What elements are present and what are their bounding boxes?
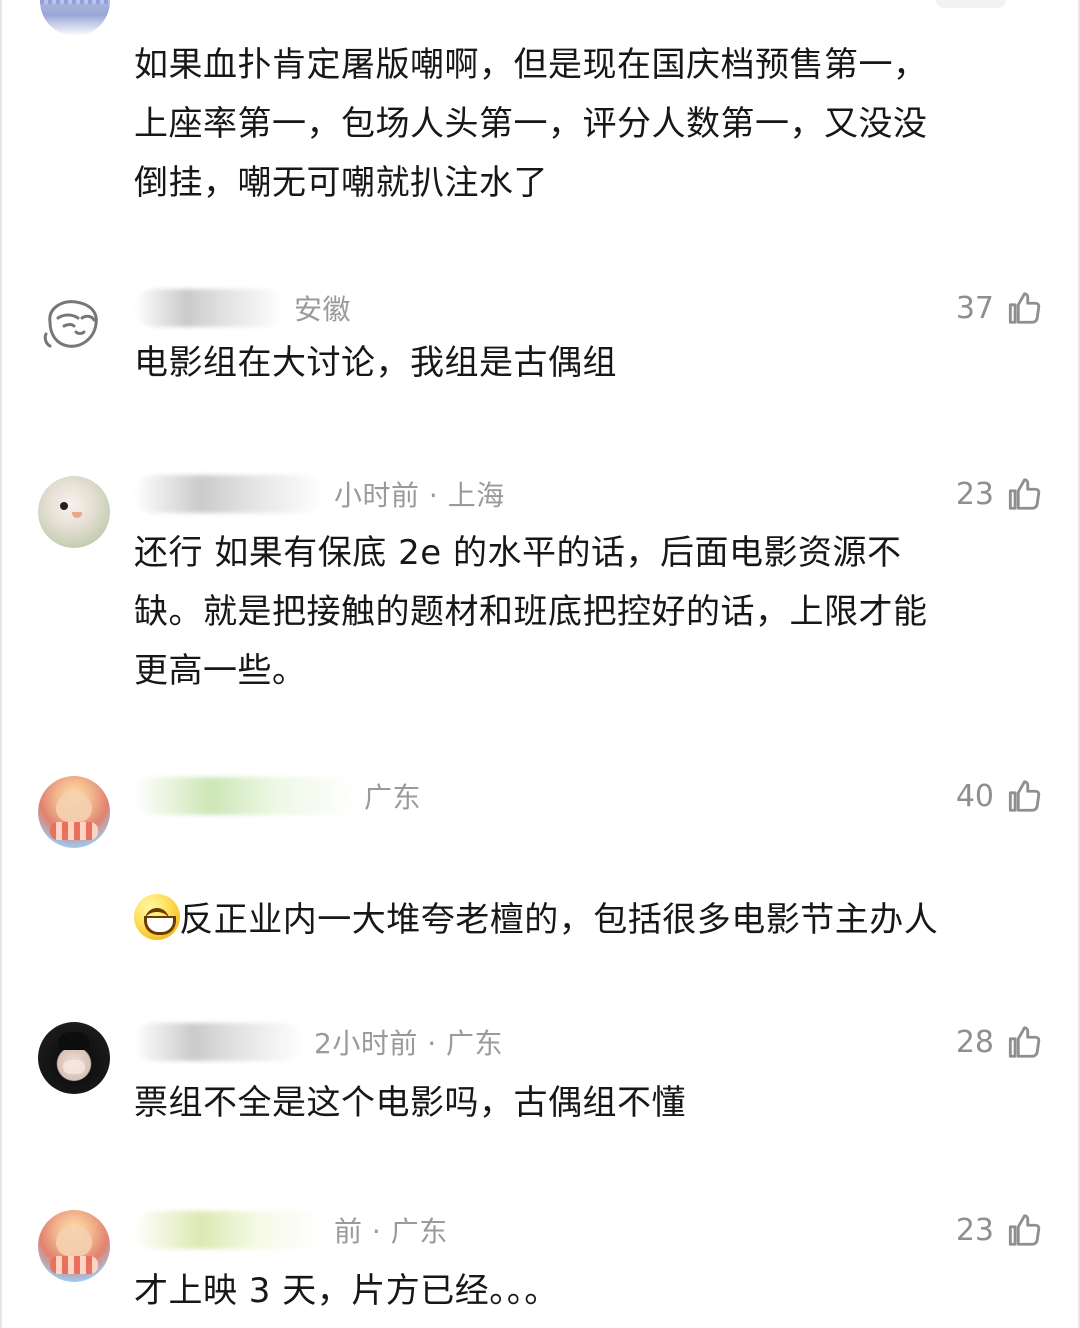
- comment-text: 电影组在大讨论，我组是古偶组: [134, 343, 617, 383]
- doodle-avatar-icon[interactable]: [38, 290, 110, 362]
- username-redacted[interactable]: [134, 1211, 324, 1249]
- comment-meta: 安徽: [134, 288, 351, 328]
- thumbs-up-icon[interactable]: [1004, 1211, 1042, 1249]
- like-control[interactable]: 23: [956, 474, 1042, 514]
- bird-avatar-icon[interactable]: [38, 476, 110, 548]
- comment-text: 还行 如果有保底 2e 的水平的话，后面电影资源不 缺。就是把接触的题材和班底把…: [134, 533, 928, 691]
- like-count: 23: [955, 476, 994, 512]
- comment-meta-text: 前 · 广东: [334, 1215, 448, 1248]
- thumbs-up-icon[interactable]: [1004, 475, 1042, 513]
- comment-meta-text: 小时前 · 上海: [334, 479, 505, 512]
- comment-meta: 前 · 广东: [134, 1210, 448, 1250]
- thumbs-up-icon[interactable]: [1004, 289, 1042, 327]
- comment-text: 票组不全是这个电影吗，古偶组不懂: [134, 1083, 686, 1123]
- username-redacted[interactable]: [134, 777, 354, 815]
- emoji-row: [134, 894, 180, 940]
- thumbs-up-icon[interactable]: [1004, 1023, 1042, 1061]
- like-control[interactable]: 23: [956, 1210, 1042, 1250]
- username-redacted[interactable]: [134, 475, 324, 513]
- like-control[interactable]: 28: [956, 1022, 1042, 1062]
- thumbs-up-icon[interactable]: [1004, 777, 1042, 815]
- username-redacted[interactable]: [134, 289, 284, 327]
- username-redacted[interactable]: [134, 1023, 304, 1061]
- comment-text: 才上映 3 天，片方已经。。。: [134, 1271, 559, 1311]
- comment-text-body: 反正业内一大堆夸老檀的，包括很多电影节主办人: [179, 900, 939, 940]
- grinning-face-emoji-icon: [134, 894, 180, 940]
- game-character-avatar-icon[interactable]: [38, 1210, 110, 1282]
- top-right-pill: [936, 0, 1006, 8]
- like-count: 23: [955, 1212, 994, 1248]
- like-count: 37: [955, 290, 994, 326]
- like-control[interactable]: 37: [956, 288, 1042, 328]
- comment-meta: 2小时前 · 广东: [134, 1022, 503, 1062]
- like-control[interactable]: 40: [956, 776, 1042, 816]
- comment-meta-text: 安徽: [294, 293, 352, 326]
- game-character-avatar-icon[interactable]: [38, 776, 110, 848]
- comment-text: 反正业内一大堆夸老檀的，包括很多电影节主办人: [134, 832, 1038, 1009]
- comment-meta: 小时前 · 上海: [134, 474, 505, 514]
- girl-avatar-icon[interactable]: [38, 1022, 110, 1094]
- comment-meta-text: 2小时前 · 广东: [314, 1027, 504, 1060]
- comment-meta-text: 广东: [364, 781, 422, 814]
- comment-text: 如果血扑肯定屠版嘲啊，但是现在国庆档预售第一， 上座率第一，包场人头第一，评分人…: [134, 45, 928, 203]
- comment-meta: 广东: [134, 776, 421, 816]
- like-count: 28: [955, 1024, 994, 1060]
- like-count: 40: [955, 778, 994, 814]
